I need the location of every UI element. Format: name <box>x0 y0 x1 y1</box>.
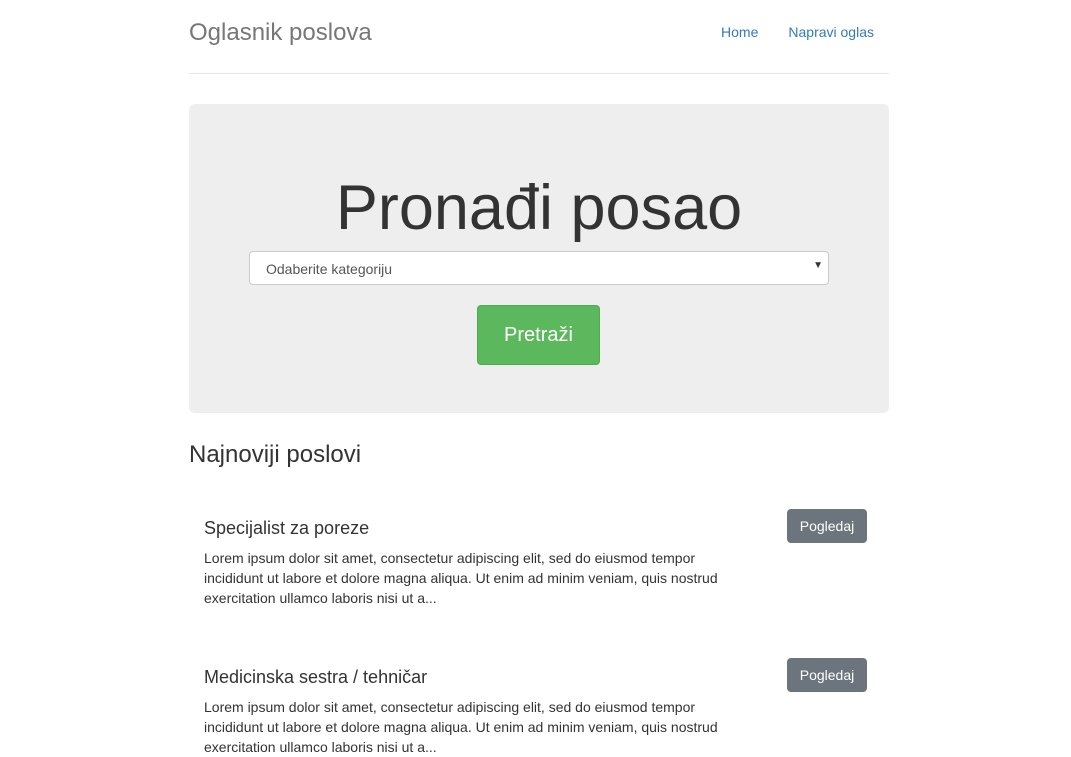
main-nav: Home Napravi oglas <box>706 24 889 40</box>
job-title: Medicinska sestra / tehničar <box>204 667 428 687</box>
view-job-button[interactable]: Pogledaj <box>787 658 867 692</box>
page-container: Oglasnik poslova Home Napravi oglas Pron… <box>189 0 889 755</box>
nav-create-ad-link[interactable]: Napravi oglas <box>773 24 889 40</box>
latest-jobs-title: Najnoviji poslovi <box>189 441 362 468</box>
job-description: Lorem ipsum dolor sit amet, consectetur … <box>204 550 718 606</box>
hero-title: Pronađi posao <box>335 173 743 243</box>
site-header: Oglasnik poslova Home Napravi oglas <box>189 0 889 74</box>
view-job-button[interactable]: Pogledaj <box>787 509 867 543</box>
chevron-down-icon: ▼ <box>813 260 823 271</box>
brand-title: Oglasnik poslova <box>189 19 372 46</box>
job-description: Lorem ipsum dolor sit amet, consectetur … <box>204 699 718 755</box>
category-select-value: Odaberite kategoriju <box>266 261 393 277</box>
nav-home-link[interactable]: Home <box>706 24 773 40</box>
category-select[interactable]: Odaberite kategoriju ▼ <box>249 251 829 285</box>
search-hero: Pronađi posao Odaberite kategoriju ▼ Pre… <box>189 104 889 413</box>
job-title: Specijalist za poreze <box>204 518 370 538</box>
search-button[interactable]: Pretraži <box>477 305 600 365</box>
